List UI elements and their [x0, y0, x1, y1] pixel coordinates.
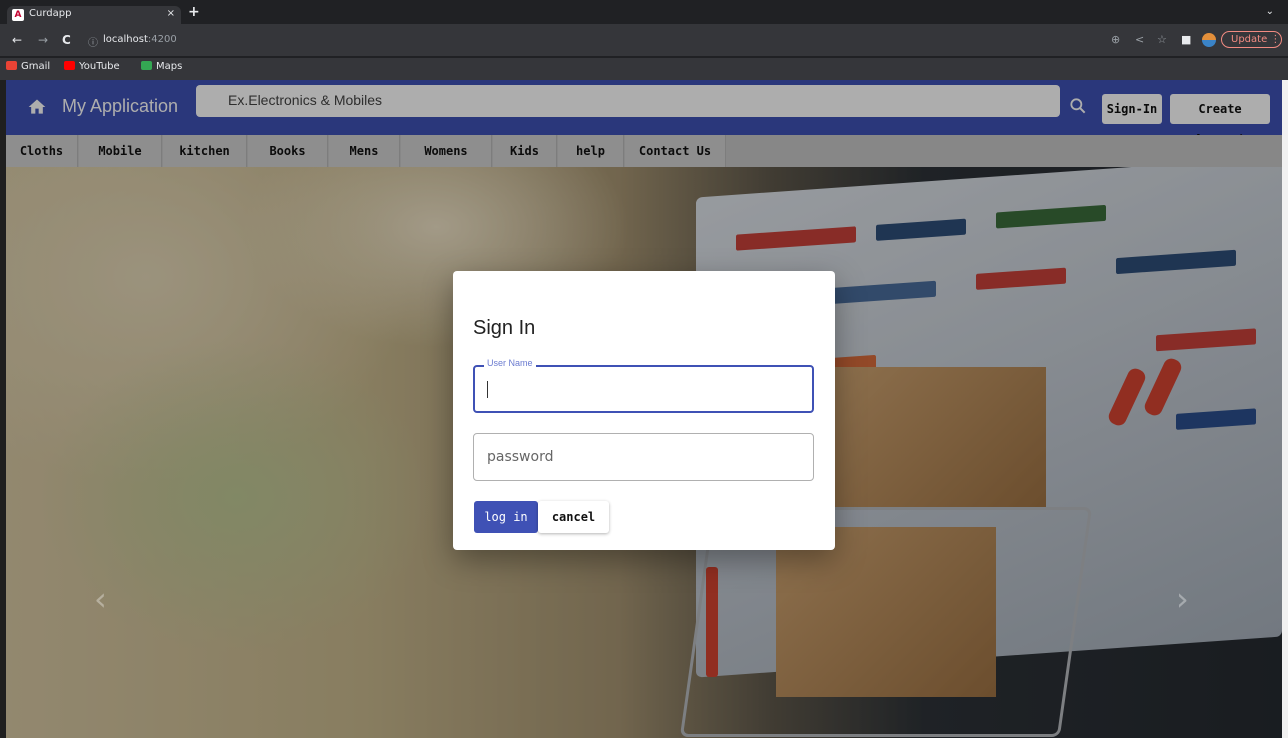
update-button[interactable]: Update ⋮	[1221, 31, 1282, 48]
bookmark-label: YouTube	[79, 61, 120, 72]
password-placeholder: password	[487, 449, 554, 465]
url-host: localhost	[103, 34, 148, 45]
side-panel-icon[interactable]: ■	[1181, 33, 1191, 46]
sign-in-dialog: Sign In User Name password log in cancel	[453, 271, 835, 550]
browser-toolbar: ← → C ⓘ localhost:4200 ⊕ < ☆ ■ Update ⋮	[0, 24, 1288, 56]
login-button[interactable]: log in	[474, 501, 538, 533]
bookmark-gmail[interactable]: Gmail	[6, 61, 50, 72]
browser-tab[interactable]: A Curdapp ×	[7, 6, 181, 24]
bookmark-star-icon[interactable]: ☆	[1157, 33, 1167, 46]
carousel-prev-icon[interactable]: ‹	[94, 580, 107, 618]
maps-icon	[141, 61, 152, 70]
bookmark-label: Gmail	[21, 61, 51, 72]
back-icon[interactable]: ←	[12, 33, 22, 47]
dialog-title: Sign In	[473, 317, 536, 339]
zoom-icon[interactable]: ⊕	[1111, 33, 1120, 46]
bookmarks-bar: Gmail YouTube Maps	[0, 58, 1288, 80]
page-viewport: My Application Ex.Electronics & Mobiles …	[6, 80, 1282, 738]
url-port: :4200	[147, 34, 177, 45]
carousel-next-icon[interactable]: ›	[1176, 580, 1189, 618]
username-field[interactable]: User Name	[473, 358, 814, 413]
bookmark-youtube[interactable]: YouTube	[64, 61, 120, 72]
tab-favicon-icon: A	[12, 9, 24, 21]
site-info-icon[interactable]: ⓘ	[88, 34, 98, 49]
reload-icon[interactable]: C	[62, 33, 71, 47]
profile-avatar[interactable]	[1202, 33, 1216, 47]
username-label: User Name	[484, 358, 536, 368]
address-bar[interactable]: localhost:4200	[103, 34, 177, 45]
tab-search-icon[interactable]: ⌄	[1266, 6, 1274, 17]
bookmark-maps[interactable]: Maps	[141, 61, 182, 72]
gmail-icon	[6, 61, 17, 70]
share-icon[interactable]: <	[1135, 33, 1144, 46]
new-tab-button[interactable]: +	[188, 4, 200, 20]
cancel-button[interactable]: cancel	[538, 501, 609, 533]
youtube-icon	[64, 61, 75, 70]
password-field[interactable]: password	[473, 433, 814, 481]
bookmark-label: Maps	[156, 61, 183, 72]
tab-strip: A Curdapp × + ⌄	[0, 0, 1288, 24]
page-scrollbar[interactable]	[1282, 80, 1288, 738]
tab-title: Curdapp	[29, 8, 72, 19]
forward-icon[interactable]: →	[38, 33, 48, 47]
text-caret	[487, 381, 488, 398]
browser-chrome: A Curdapp × + ⌄ ← → C ⓘ localhost:4200 ⊕…	[0, 0, 1288, 80]
tab-close-icon[interactable]: ×	[167, 8, 175, 19]
